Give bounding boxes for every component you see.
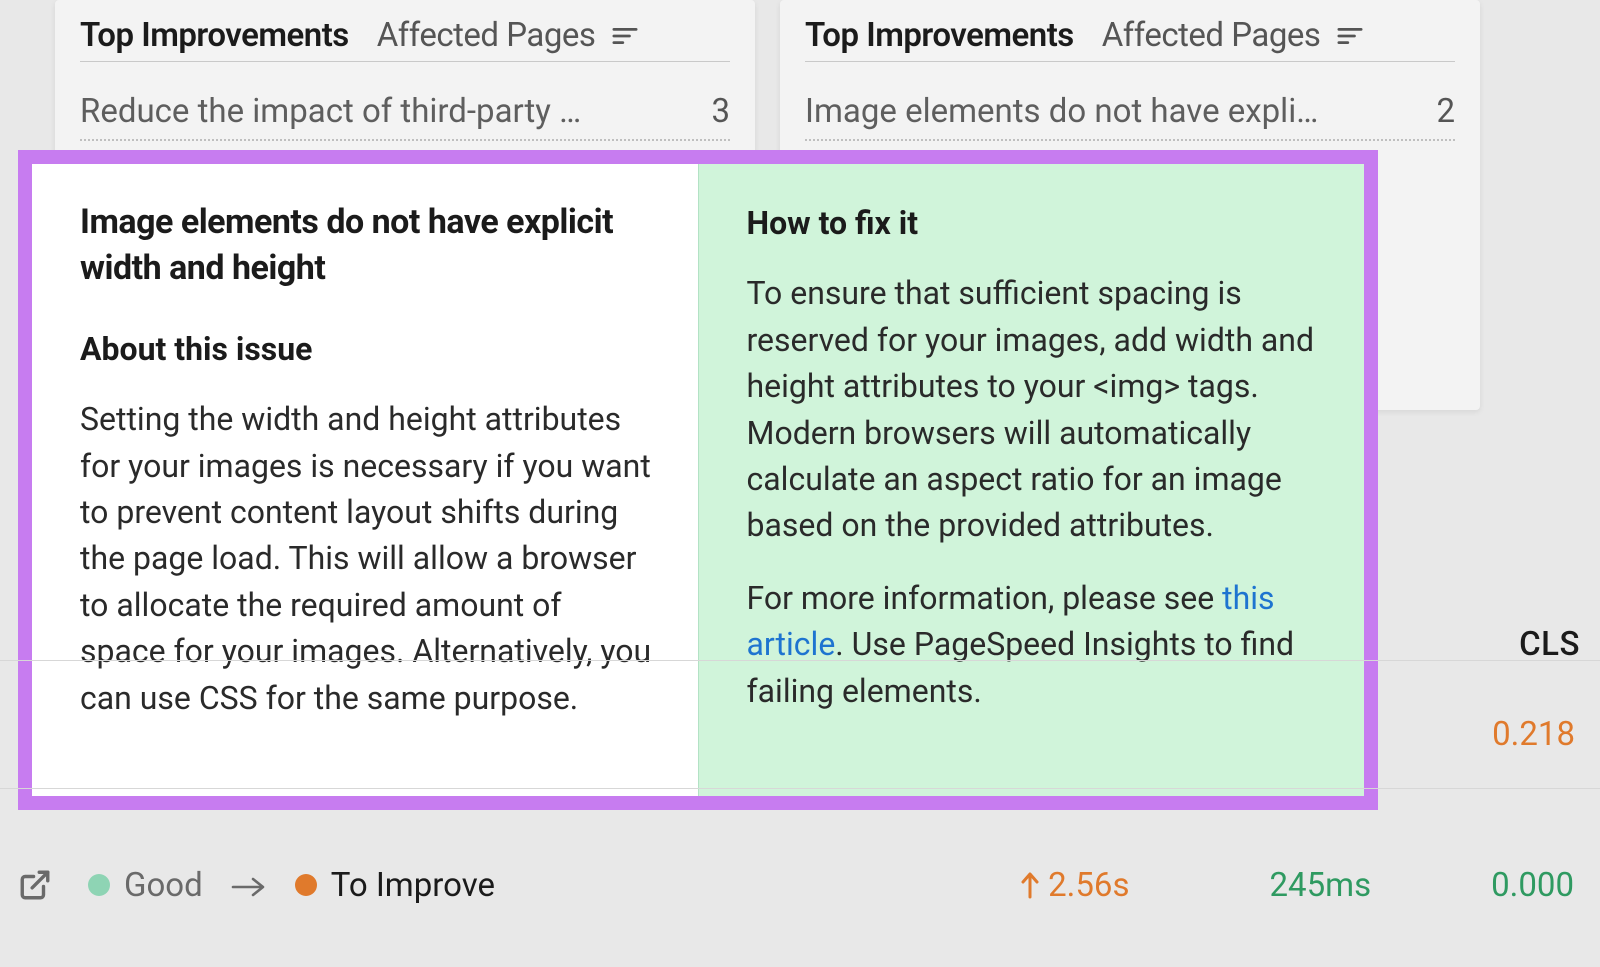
issue-fix-heading: How to fix it [747, 200, 1321, 246]
card-tabs: Top Improvements Affected Pages [80, 16, 730, 62]
improvement-row-count: 2 [1436, 92, 1455, 131]
cls-value-row2: 0.000 [1491, 866, 1574, 905]
improvement-row[interactable]: Image elements do not have expli… 2 [805, 62, 1455, 141]
issue-fix-body-2: For more information, please see this ar… [747, 575, 1321, 714]
arrow-right-icon [231, 866, 267, 905]
metric-time-up: 2.56s [1020, 866, 1129, 905]
improvement-row[interactable]: Reduce the impact of third-party … 3 [80, 62, 730, 141]
status-dot-good [88, 874, 110, 896]
status-good-label: Good [124, 866, 203, 905]
card-tabs: Top Improvements Affected Pages [805, 16, 1455, 62]
external-link-icon[interactable] [18, 868, 52, 902]
status-improve-label: To Improve [331, 866, 495, 905]
metric-ms: 245ms [1269, 866, 1371, 905]
status-dot-improve [295, 874, 317, 896]
sort-icon [611, 26, 639, 46]
table-divider [0, 660, 1600, 661]
column-header-cls[interactable]: CLS [1519, 625, 1580, 674]
metrics-row: Good To Improve 2.56s 245ms 0.000 [18, 845, 1582, 925]
issue-about-body: Setting the width and height attributes … [80, 396, 654, 721]
tab-top-improvements[interactable]: Top Improvements [805, 16, 1074, 55]
improvement-row-title: Image elements do not have expli… [805, 92, 1436, 131]
issue-title: Image elements do not have explicit widt… [80, 200, 654, 292]
issue-about-heading: About this issue [80, 326, 654, 372]
issue-detail-panel: Image elements do not have explicit widt… [18, 150, 1378, 810]
sort-icon [1336, 26, 1364, 46]
tab-affected-pages[interactable]: Affected Pages [1102, 16, 1365, 55]
cls-value-row1: 0.218 [1492, 715, 1575, 754]
issue-fix-body-1: To ensure that sufficient spacing is res… [747, 270, 1321, 548]
tab-affected-label: Affected Pages [1102, 16, 1321, 55]
improvement-row-title: Reduce the impact of third-party … [80, 92, 711, 131]
tab-affected-label: Affected Pages [377, 16, 596, 55]
issue-fix-prefix: For more information, please see [747, 579, 1223, 617]
tab-affected-pages[interactable]: Affected Pages [377, 16, 640, 55]
table-divider [0, 788, 1600, 789]
improvement-row-count: 3 [711, 92, 730, 131]
tab-top-improvements[interactable]: Top Improvements [80, 16, 349, 55]
issue-about: Image elements do not have explicit widt… [32, 164, 699, 796]
issue-fix: How to fix it To ensure that sufficient … [699, 164, 1365, 796]
